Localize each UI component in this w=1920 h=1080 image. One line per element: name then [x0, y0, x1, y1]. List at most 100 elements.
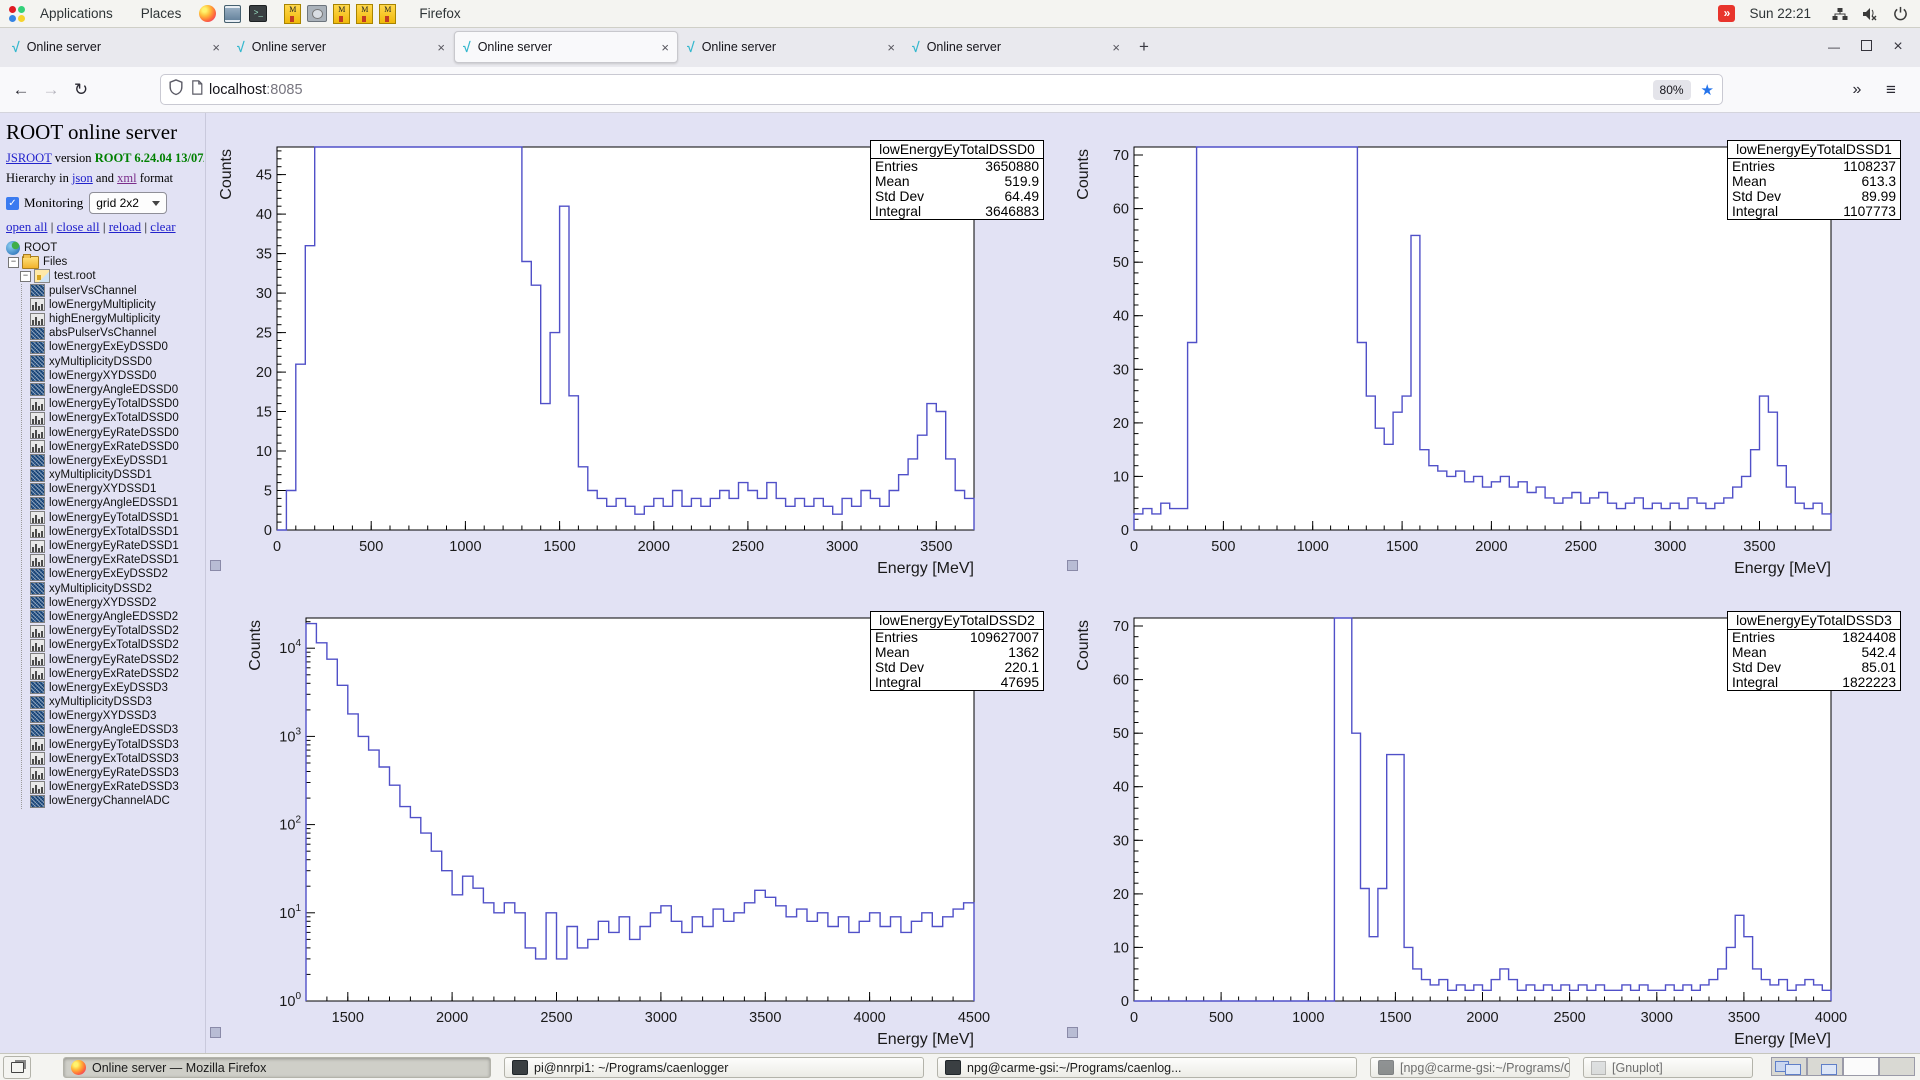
tree-item-xyMultiplicityDSSD3[interactable]: xyMultiplicityDSSD3: [30, 695, 205, 709]
window-capture-icon[interactable]: [307, 5, 328, 22]
tree-item-lowEnergyEyTotalDSSD0[interactable]: lowEnergyEyTotalDSSD0: [30, 397, 205, 411]
midas-launcher-icon-1[interactable]: M: [284, 3, 302, 24]
tab-close-icon[interactable]: ×: [431, 40, 445, 55]
tree-item-lowEnergyExTotalDSSD2[interactable]: lowEnergyExTotalDSSD2: [30, 638, 205, 652]
tab-close-icon[interactable]: ×: [881, 40, 895, 55]
applications-menu[interactable]: Applications: [26, 0, 127, 27]
close-all-link[interactable]: close all: [57, 219, 100, 234]
midas-launcher-icon-2[interactable]: M: [333, 3, 351, 24]
shield-icon[interactable]: [169, 78, 183, 101]
tree-item-lowEnergyExRateDSSD1[interactable]: lowEnergyExRateDSSD1: [30, 553, 205, 567]
tree-item-lowEnergyExTotalDSSD3[interactable]: lowEnergyExTotalDSSD3: [30, 752, 205, 766]
tree-item-xyMultiplicityDSSD0[interactable]: xyMultiplicityDSSD0: [30, 355, 205, 369]
chart-pad-lowEnergyEyTotalDSSD2[interactable]: 1500 2000 2500 3000 3500 4000 4500 100 101 102 103…: [206, 583, 1063, 1053]
clear-link[interactable]: clear: [150, 219, 175, 234]
tree-item-lowEnergyEyTotalDSSD3[interactable]: lowEnergyEyTotalDSSD3: [30, 738, 205, 752]
browser-tab-4[interactable]: √ Online server ×: [679, 31, 903, 63]
power-icon[interactable]: [1893, 6, 1908, 21]
layout-select[interactable]: grid 2x2: [89, 192, 168, 214]
open-all-link[interactable]: open all: [6, 219, 48, 234]
collapse-icon[interactable]: −: [8, 256, 19, 268]
browser-tab-5[interactable]: √ Online server ×: [904, 31, 1128, 63]
tree-item-pulserVsChannel[interactable]: pulserVsChannel: [30, 284, 205, 298]
tree-node-file[interactable]: − test.root: [20, 269, 205, 284]
places-menu[interactable]: Places: [127, 0, 196, 27]
midas-launcher-icon-4[interactable]: M: [379, 3, 397, 24]
taskbar-window-button-4[interactable]: [npg@carme-gsi:~/Programs/CARME...: [1370, 1057, 1570, 1078]
tree-item-lowEnergyExTotalDSSD0[interactable]: lowEnergyExTotalDSSD0: [30, 411, 205, 425]
tree-item-lowEnergyExEyDSSD0[interactable]: lowEnergyExEyDSSD0: [30, 340, 205, 354]
midas-launcher-icon-3[interactable]: M: [356, 3, 374, 24]
tree-item-lowEnergyXYDSSD2[interactable]: lowEnergyXYDSSD2: [30, 596, 205, 610]
tree-item-lowEnergyXYDSSD0[interactable]: lowEnergyXYDSSD0: [30, 369, 205, 383]
tree-item-lowEnergyEyRateDSSD2[interactable]: lowEnergyEyRateDSSD2: [30, 652, 205, 667]
workspace-3[interactable]: [1843, 1057, 1879, 1076]
tree-item-lowEnergyExRateDSSD2[interactable]: lowEnergyExRateDSSD2: [30, 667, 205, 681]
jsroot-link[interactable]: JSROOT: [6, 151, 52, 165]
pad-resize-handle[interactable]: [210, 560, 221, 571]
monitoring-checkbox[interactable]: ✓: [6, 196, 19, 210]
zoom-level-badge[interactable]: 80%: [1652, 79, 1691, 100]
browser-tab-3[interactable]: √ Online server ×: [454, 31, 678, 63]
forward-button[interactable]: →: [36, 80, 66, 100]
pad-resize-handle[interactable]: [1067, 560, 1078, 571]
tree-item-lowEnergyAngleEDSSD2[interactable]: lowEnergyAngleEDSSD2: [30, 610, 205, 624]
chart-pad-lowEnergyEyTotalDSSD0[interactable]: 0 500 1000 1500 2000 2500 3000 3500 0 5 10 15 20 25 30…: [206, 112, 1063, 582]
tab-close-icon[interactable]: ×: [655, 40, 669, 55]
tree-item-lowEnergyEyRateDSSD0[interactable]: lowEnergyEyRateDSSD0: [30, 425, 205, 440]
tree-item-lowEnergyEyTotalDSSD2[interactable]: lowEnergyEyTotalDSSD2: [30, 624, 205, 638]
tab-close-icon[interactable]: ×: [206, 40, 220, 55]
distro-menu-icon[interactable]: [8, 5, 26, 23]
tree-item-absPulserVsChannel[interactable]: absPulserVsChannel: [30, 326, 205, 340]
window-restore-button[interactable]: [1850, 40, 1882, 54]
tree-item-lowEnergyAngleEDSSD0[interactable]: lowEnergyAngleEDSSD0: [30, 383, 205, 397]
reload-link[interactable]: reload: [109, 219, 141, 234]
pad-resize-handle[interactable]: [1067, 1027, 1078, 1038]
tree-item-xyMultiplicityDSSD2[interactable]: xyMultiplicityDSSD2: [30, 582, 205, 596]
bookmark-star-icon[interactable]: ★: [1701, 81, 1714, 99]
pad-resize-handle[interactable]: [210, 1027, 221, 1038]
notification-icon[interactable]: »: [1718, 5, 1736, 22]
json-link[interactable]: json: [72, 171, 93, 185]
clock[interactable]: Sun 22:21: [1749, 6, 1811, 21]
firefox-launcher-icon[interactable]: [199, 5, 217, 22]
stats-box-lowEnergyEyTotalDSSD2[interactable]: lowEnergyEyTotalDSSD2 Entries 109627007 Mea…: [870, 610, 1044, 691]
tree-item-lowEnergyAngleEDSSD3[interactable]: lowEnergyAngleEDSSD3: [30, 723, 205, 737]
tree-node-root[interactable]: ROOT: [6, 241, 205, 256]
collapse-icon[interactable]: −: [20, 270, 31, 282]
tree-item-lowEnergyAngleEDSSD1[interactable]: lowEnergyAngleEDSSD1: [30, 496, 205, 510]
tree-item-lowEnergyXYDSSD1[interactable]: lowEnergyXYDSSD1: [30, 482, 205, 496]
file-manager-launcher-icon[interactable]: [224, 4, 242, 23]
reload-button[interactable]: ↻: [66, 80, 96, 100]
overflow-menu-button[interactable]: »: [1842, 81, 1872, 99]
volume-muted-icon[interactable]: [1862, 7, 1879, 21]
show-desktop-button[interactable]: [3, 1056, 31, 1079]
stats-box-lowEnergyEyTotalDSSD0[interactable]: lowEnergyEyTotalDSSD0 Entries 3650880 Mean 5…: [870, 140, 1044, 220]
tab-close-icon[interactable]: ×: [1106, 40, 1120, 55]
tree-item-highEnergyMultiplicity[interactable]: highEnergyMultiplicity: [30, 312, 205, 326]
workspace-2[interactable]: [1807, 1057, 1843, 1076]
xml-link[interactable]: xml: [117, 171, 136, 185]
workspace-4[interactable]: [1879, 1057, 1915, 1076]
page-icon[interactable]: [191, 79, 203, 100]
tree-item-lowEnergyEyRateDSSD1[interactable]: lowEnergyEyRateDSSD1: [30, 539, 205, 553]
tree-item-lowEnergyEyRateDSSD3[interactable]: lowEnergyEyRateDSSD3: [30, 766, 205, 780]
chart-pad-lowEnergyEyTotalDSSD3[interactable]: 0 500 1000 1500 2000 2500 3000 3500 4000 0 10 20 30 4…: [1063, 583, 1920, 1053]
tree-item-lowEnergyChannelADC[interactable]: lowEnergyChannelADC: [30, 794, 205, 808]
browser-tab-2[interactable]: √ Online server ×: [229, 31, 453, 63]
network-icon[interactable]: [1832, 7, 1848, 21]
taskbar-window-button-3[interactable]: npg@carme-gsi:~/Programs/caenlog...: [937, 1057, 1357, 1078]
back-button[interactable]: ←: [6, 80, 36, 100]
workspace-1[interactable]: [1771, 1057, 1807, 1076]
taskbar-window-button-2[interactable]: pi@nnrpi1: ~/Programs/caenlogger: [504, 1057, 924, 1078]
terminal-launcher-icon[interactable]: >_: [249, 5, 268, 22]
tree-item-lowEnergyXYDSSD3[interactable]: lowEnergyXYDSSD3: [30, 709, 205, 723]
taskbar-window-button-5[interactable]: [Gnuplot]: [1583, 1057, 1753, 1078]
new-tab-button[interactable]: +: [1129, 37, 1159, 57]
url-bar[interactable]: localhost:8085 80% ★: [160, 74, 1723, 105]
tree-item-lowEnergyExRateDSSD0[interactable]: lowEnergyExRateDSSD0: [30, 440, 205, 454]
tree-item-lowEnergyExTotalDSSD1[interactable]: lowEnergyExTotalDSSD1: [30, 525, 205, 539]
browser-tab-1[interactable]: √ Online server ×: [4, 31, 228, 63]
chart-pad-lowEnergyEyTotalDSSD1[interactable]: 0 500 1000 1500 2000 2500 3000 3500 0 10 20 30 40 50 6…: [1063, 112, 1920, 582]
stats-box-lowEnergyEyTotalDSSD1[interactable]: lowEnergyEyTotalDSSD1 Entries 1108237 Mean 6…: [1727, 140, 1901, 220]
